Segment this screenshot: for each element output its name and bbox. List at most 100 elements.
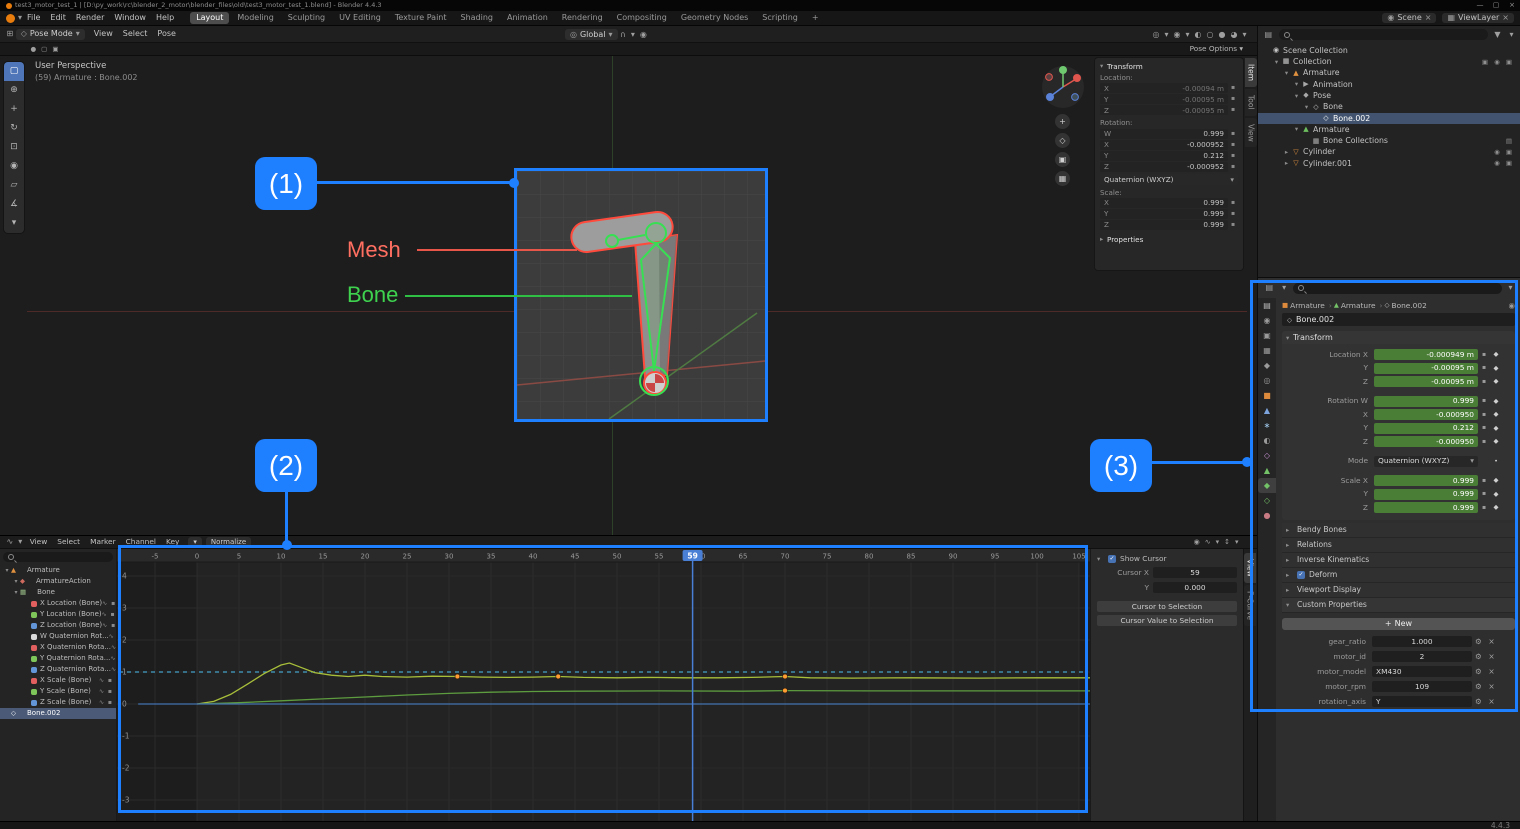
lock-icon[interactable]: ▪ — [1228, 107, 1238, 113]
close-button[interactable]: × — [1504, 2, 1520, 9]
scale-field[interactable]: Z0.999 — [1100, 220, 1228, 230]
outliner-row[interactable]: ▾ ◇ Bone — [1258, 101, 1520, 112]
cursor-x-field[interactable]: 59 — [1153, 567, 1237, 578]
lock-icon[interactable]: ▪ — [1228, 96, 1238, 102]
channel-toggle-icons[interactable]: ∿ ▪ — [111, 645, 116, 651]
disclosure-icon[interactable]: ▾ — [1292, 93, 1301, 100]
tool-setting-icon[interactable]: ▣ — [50, 46, 61, 53]
viewport-menu-item[interactable]: Pose — [152, 30, 181, 38]
outliner-search-input[interactable] — [1279, 29, 1488, 40]
channel-row[interactable]: X Scale (Bone) ∿ ▪ — [0, 675, 116, 686]
rotation-field[interactable]: X-0.000952 — [1100, 140, 1228, 150]
menu-item[interactable]: File — [22, 14, 45, 22]
npanel-transform-header[interactable]: ▾Transform — [1100, 63, 1238, 70]
workspace-tab[interactable]: Rendering — [556, 12, 609, 24]
overlay-toggle-icon[interactable]: ● — [1216, 31, 1228, 39]
channel-row[interactable]: Y Scale (Bone) ∿ ▪ — [0, 686, 116, 697]
nav-button-icon[interactable]: ▦ — [1055, 171, 1070, 186]
lock-icon[interactable]: ▪ — [1228, 164, 1238, 170]
scale-field[interactable]: X0.999 — [1100, 198, 1228, 208]
overlay-toggle-icon[interactable]: ◉ — [1171, 31, 1183, 39]
graph-header-icon[interactable]: ∿ — [1202, 539, 1213, 546]
editor-type-icon[interactable]: ⊞ — [4, 30, 16, 38]
snap-magnet-icon[interactable]: ∩ — [618, 31, 629, 39]
lock-icon[interactable]: ▪ — [1228, 200, 1238, 206]
channel-row[interactable]: Y Location (Bone) ∿ ▪ — [0, 609, 116, 620]
location-field[interactable]: Z-0.00095 m — [1100, 105, 1228, 115]
lock-icon[interactable]: ▪ — [1228, 142, 1238, 148]
viewlayer-filter-icon[interactable]: × — [1502, 14, 1509, 22]
visibility-toggle-icons[interactable]: ▤ — [1506, 138, 1520, 145]
graph-menu-item[interactable]: Select — [52, 538, 85, 545]
orientation-dropdown[interactable]: ◎ Global ▾ — [565, 29, 618, 40]
viewport-menu-item[interactable]: View — [89, 30, 118, 38]
outliner-filter-icon[interactable]: ▼ — [1492, 31, 1503, 39]
disclosure-icon[interactable]: ▾ — [1292, 81, 1301, 88]
visibility-toggle-icons[interactable]: ▣ ◉ ▣ — [1482, 59, 1520, 66]
disclosure-icon[interactable]: ▾ — [3, 568, 11, 574]
graph-header-icon[interactable]: ↕ — [1222, 539, 1233, 546]
disclosure-icon[interactable]: ▾ — [12, 590, 20, 596]
channel-row[interactable]: X Quaternion Rota... ∿ ▪ — [0, 642, 116, 653]
channel-row[interactable]: ◇ Bone.002 — [0, 708, 116, 719]
overlay-toggle-icon[interactable]: ◐ — [1192, 31, 1204, 39]
nav-button-icon[interactable]: ▣ — [1055, 152, 1070, 167]
channel-toggle-icons[interactable]: ∿ ▪ — [102, 623, 116, 629]
rotation-field[interactable]: Z-0.000952 — [1100, 162, 1228, 172]
graph-editor-icon[interactable]: ∿ — [4, 538, 16, 546]
cursor-to-selection-button[interactable]: Cursor to Selection — [1097, 601, 1237, 612]
channel-toggle-icons[interactable]: ∿ ▪ — [99, 678, 116, 684]
disclosure-icon[interactable]: ▸ — [1282, 160, 1291, 167]
channel-row[interactable]: W Quaternion Rot... ∿ ▪ — [0, 631, 116, 642]
channel-toggle-icons[interactable]: ∿ ▪ — [110, 656, 116, 662]
outliner-options-caret-icon[interactable]: ▾ — [1507, 31, 1516, 39]
outliner-row[interactable]: ▸ ▽ Cylinder.001 ◉ ▣ — [1258, 158, 1520, 169]
npanel-properties-header[interactable]: ▸Properties — [1100, 236, 1238, 243]
outliner-row[interactable]: ◉ Scene Collection — [1258, 45, 1520, 56]
channel-row[interactable]: X Location (Bone) ∿ ▪ — [0, 598, 116, 609]
channel-toggle-icons[interactable]: ∿ ▪ — [109, 634, 116, 640]
snap-caret-icon[interactable]: ▾ — [628, 31, 637, 39]
outliner-row[interactable]: ◇ Bone.002 — [1258, 113, 1520, 124]
graph-header-icon[interactable]: ▾ — [1232, 539, 1241, 546]
tool-setting-icon[interactable]: ▢ — [39, 46, 50, 53]
tool-setting-icon[interactable]: ● — [28, 46, 39, 53]
channel-row[interactable]: ▾ ◆ ArmatureAction — [0, 576, 116, 587]
channel-row[interactable]: ▾ ▲ Armature — [0, 565, 116, 576]
viewlayer-selector[interactable]: ▦ ViewLayer × — [1442, 13, 1514, 23]
minimize-button[interactable]: — — [1472, 2, 1488, 9]
visibility-toggle-icons[interactable]: ◉ ▣ — [1494, 160, 1520, 167]
workspace-tab[interactable]: Animation — [501, 12, 554, 24]
tool-button[interactable]: ∡ — [4, 195, 24, 214]
blender-logo-icon[interactable] — [6, 14, 15, 23]
visibility-toggle-icons[interactable]: ◉ ▣ — [1494, 149, 1520, 156]
nav-button-icon[interactable]: ◇ — [1055, 133, 1070, 148]
graph-header-icon[interactable]: ▾ — [1213, 539, 1222, 546]
outliner-row[interactable]: ▾ ◆ Pose — [1258, 90, 1520, 101]
mode-dropdown[interactable]: ◇ Pose Mode ▾ — [16, 29, 85, 40]
workspace-tab[interactable]: Compositing — [611, 12, 673, 24]
lock-icon[interactable]: ▪ — [1228, 211, 1238, 217]
scene-selector[interactable]: ◉ Scene × — [1382, 13, 1436, 23]
npanel-tab[interactable]: View — [1245, 118, 1257, 148]
workspace-tab[interactable]: Geometry Nodes — [675, 12, 754, 24]
menu-item[interactable]: Window — [109, 14, 151, 22]
cursor-y-field[interactable]: 0.000 — [1153, 582, 1237, 593]
channel-toggle-icons[interactable]: ∿ ▪ — [99, 689, 116, 695]
workspace-tab[interactable]: Shading — [455, 12, 500, 24]
show-cursor-checkbox[interactable]: ✓ — [1108, 555, 1116, 563]
channel-row[interactable]: Y Quaternion Rota... ∿ ▪ — [0, 653, 116, 664]
outliner-row[interactable]: ▾ ▶ Animation — [1258, 79, 1520, 90]
rotation-field[interactable]: Y0.212 — [1100, 151, 1228, 161]
menu-item[interactable]: Edit — [45, 14, 71, 22]
channel-row[interactable]: ▾ ▦ Bone — [0, 587, 116, 598]
overlay-toggle-icon[interactable]: ◕ — [1228, 31, 1240, 39]
proportional-edit-icon[interactable]: ◉ — [637, 31, 649, 39]
channel-row[interactable]: Z Quaternion Rota... ∿ ▪ — [0, 664, 116, 675]
scale-field[interactable]: Y0.999 — [1100, 209, 1228, 219]
workspace-tab[interactable]: Sculpting — [282, 12, 331, 24]
rotation-mode-dropdown[interactable]: Quaternion (WXYZ)▾ — [1100, 174, 1238, 185]
outliner-editor-icon[interactable]: ▤ — [1262, 31, 1275, 39]
tool-button[interactable]: ▢ — [4, 62, 24, 81]
overlay-toggle-icon[interactable]: ○ — [1204, 31, 1216, 39]
